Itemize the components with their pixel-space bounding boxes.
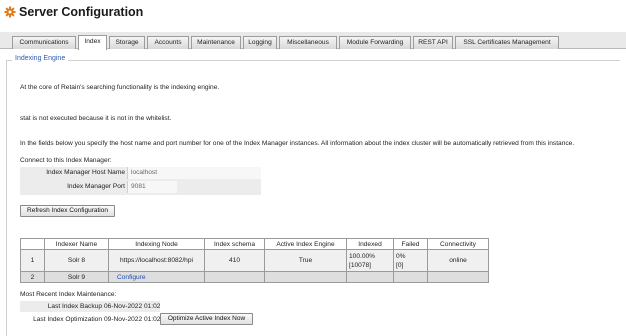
failed-percent: 0% [396, 252, 406, 260]
tab-logging[interactable]: Logging [243, 36, 277, 49]
indexing-node-cell: Configure [108, 271, 205, 283]
tab-ssl-certificates[interactable]: SSL Certificates Management [455, 36, 559, 49]
tab-accounts[interactable]: Accounts [147, 36, 189, 49]
indexer-name: Solr 9 [44, 271, 109, 283]
optimize-index-button[interactable]: Optimize Active Index Now [160, 313, 253, 325]
port-label: Index Manager Port [67, 183, 125, 190]
connect-label: Connect to this Index Manager: [20, 157, 112, 164]
table-row: 2 Solr 9 Configure [20, 271, 489, 283]
instructions-text: In the fields below you specify the host… [20, 140, 575, 147]
backup-row: Last Index Backup 06-Nov-2022 01:02 [20, 301, 160, 312]
title-bar: Server Configuration [0, 0, 626, 26]
tab-miscellaneous[interactable]: Miscellaneous [279, 36, 337, 49]
table-header-row: Indexer Name Indexing Node Index schema … [20, 238, 489, 250]
index-schema [204, 271, 265, 283]
intro-text: At the core of Retain's searching functi… [20, 84, 220, 91]
col-header-index-schema: Index schema [204, 238, 265, 250]
warning-text: stat is not executed because it is not i… [20, 115, 172, 122]
optimization-label: Last Index Optimization [33, 316, 102, 323]
active-engine [264, 271, 347, 283]
configure-link[interactable]: Configure [117, 274, 146, 281]
refresh-index-button[interactable]: Refresh Index Configuration [20, 205, 115, 217]
tab-index[interactable]: Index [78, 35, 107, 50]
connectivity-status: online [427, 249, 489, 272]
row-num: 1 [20, 249, 45, 272]
section-legend: Indexing Engine [12, 55, 69, 62]
indexed-percent: 100.00% [349, 252, 376, 260]
indexing-node: https://localhost:8082/hpi [108, 249, 205, 272]
port-field[interactable]: 9081 [127, 181, 177, 193]
tab-rest-api[interactable]: REST API [413, 36, 453, 49]
tab-maintenance[interactable]: Maintenance [191, 36, 241, 49]
col-header-failed: Failed [393, 238, 428, 250]
failed-cell: 0% [0] [393, 249, 428, 272]
indexed-count: [10078] [349, 261, 371, 269]
maintenance-heading: Most Recent Index Maintenance: [20, 291, 117, 298]
backup-label: Last Index Backup [47, 303, 102, 310]
failed-count: [0] [396, 261, 404, 269]
table-row: 1 Solr 8 https://localhost:8082/hpi 410 … [20, 249, 489, 272]
host-name-label: Index Manager Host Name [46, 169, 125, 176]
tab-communications[interactable]: Communications [12, 36, 76, 49]
col-header-connectivity: Connectivity [427, 238, 489, 250]
col-header-indexer-name: Indexer Name [44, 238, 109, 250]
col-header-num [20, 238, 45, 250]
gear-icon [4, 6, 16, 18]
row-num: 2 [20, 271, 45, 283]
indexed-cell [346, 271, 394, 283]
tab-bar: Communications Index Storage Accounts Ma… [0, 32, 626, 50]
tab-storage[interactable]: Storage [109, 36, 145, 49]
backup-value: 06-Nov-2022 01:02 [104, 303, 161, 310]
connection-form: Index Manager Host Name localhost Index … [20, 167, 261, 195]
failed-cell [393, 271, 428, 283]
indexers-table: Indexer Name Indexing Node Index schema … [20, 238, 489, 283]
col-header-indexed: Indexed [346, 238, 394, 250]
page-title: Server Configuration [19, 5, 144, 19]
index-schema: 410 [204, 249, 265, 272]
active-engine: True [264, 249, 347, 272]
tab-module-forwarding[interactable]: Module Forwarding [339, 36, 411, 49]
col-header-indexing-node: Indexing Node [108, 238, 205, 250]
indexer-name: Solr 8 [44, 249, 109, 272]
host-name-field[interactable]: localhost [127, 167, 261, 179]
optimization-value: 09-Nov-2022 01:02 [104, 316, 161, 323]
col-header-active-engine: Active Index Engine [264, 238, 347, 250]
connectivity-status [427, 271, 489, 283]
indexed-cell: 100.00% [10078] [346, 249, 394, 272]
